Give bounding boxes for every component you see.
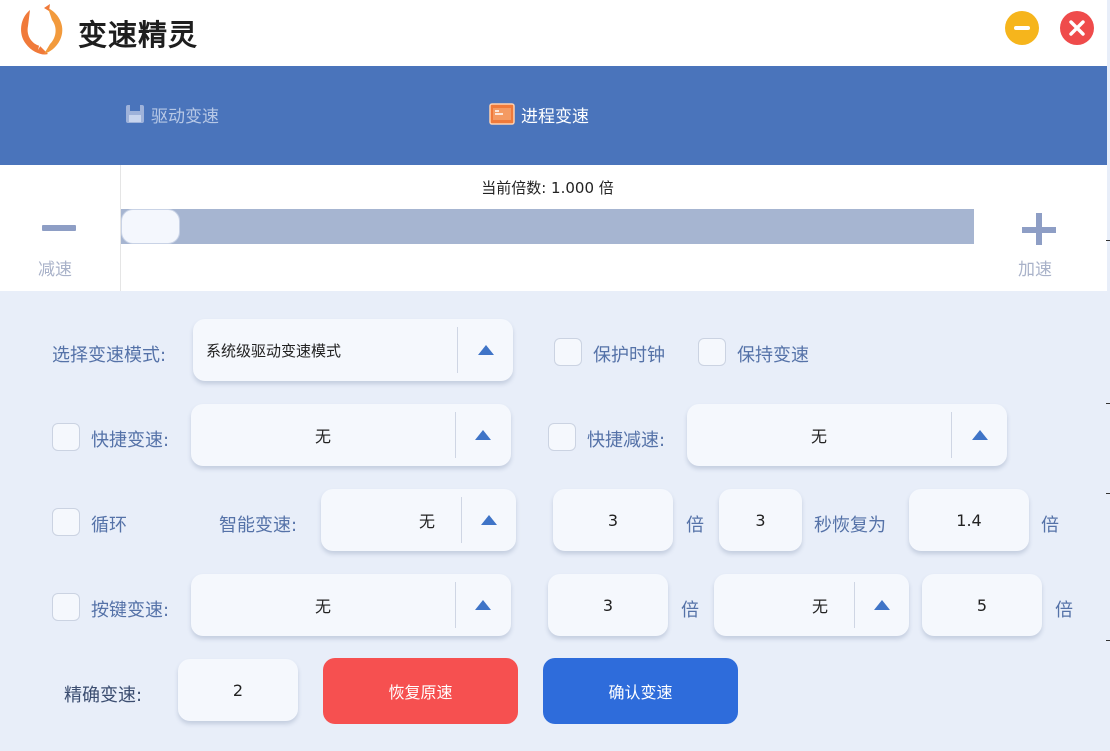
close-icon [1069,20,1085,36]
restore-speed-button[interactable]: 恢复原速 [323,658,518,724]
decrease-label[interactable]: 减速 [38,255,72,280]
key2-select[interactable]: 无 [714,574,909,636]
restore-value-input[interactable]: 1.4 [909,489,1029,551]
keep-speed-label: 保持变速 [737,345,809,366]
speed-slider-track[interactable] [121,209,974,244]
key-speed-arrow-icon[interactable] [475,600,491,610]
hotkey-slow-arrow-icon[interactable] [972,430,988,440]
key-speed-select[interactable]: 无 [191,574,511,636]
save-icon [126,105,144,123]
edge-mark [1106,403,1110,404]
restore-to-label: 秒恢复为 [814,515,886,536]
key2-arrow-icon[interactable] [874,600,890,610]
hotkey-slow-value: 无 [810,427,827,446]
close-button[interactable] [1060,11,1094,45]
edge-mark [1106,493,1110,494]
tab-process-speed-label: 进程变速 [521,106,589,127]
plus-icon-bar[interactable] [1022,227,1056,233]
app-title: 变速精灵 [78,18,199,52]
mode-dropdown-arrow-icon[interactable] [478,345,494,355]
protect-clock-label: 保护时钟 [593,345,665,366]
hotkey-speed-arrow-icon[interactable] [475,430,491,440]
hotkey-speed-value: 无 [314,427,331,446]
increase-label[interactable]: 加速 [1018,255,1052,280]
hotkey-slow-select[interactable]: 无 [687,404,1007,466]
smart-speed-label: 智能变速: [219,515,298,536]
key2-value: 无 [811,597,828,616]
key-speed-value: 无 [314,597,331,616]
key-multiplier2-unit: 倍 [1055,600,1073,621]
confirm-speed-button[interactable]: 确认变速 [543,658,738,724]
hotkey-speed-label: 快捷变速: [91,430,170,451]
protect-clock-checkbox[interactable] [554,338,582,366]
window-icon [489,103,515,125]
key-multiplier-unit: 倍 [681,600,699,621]
smart-speed-value: 无 [418,512,435,531]
key-multiplier2-input[interactable]: 5 [922,574,1042,636]
restore-value-unit: 倍 [1041,515,1059,536]
title-bar: 变速精灵 [0,0,1107,66]
hotkey-speed-checkbox[interactable] [52,423,80,451]
tab-process-speed[interactable]: 进程变速 [489,101,589,127]
key-speed-checkbox[interactable] [52,593,80,621]
mode-select[interactable]: 系统级驱动变速模式 [193,319,513,381]
loop-multiplier-unit: 倍 [686,515,704,536]
precise-speed-label: 精确变速: [64,685,143,706]
edge-mark [1106,240,1110,241]
key-multiplier-input[interactable]: 3 [548,574,668,636]
minus-icon[interactable] [42,225,76,231]
edge-mark [1106,640,1110,641]
smart-speed-select[interactable]: 无 [321,489,516,551]
key-speed-label: 按键变速: [91,600,170,621]
mode-value: 系统级驱动变速模式 [206,341,342,360]
tab-drive-speed-label: 驱动变速 [151,106,219,127]
loop-seconds-input[interactable]: 3 [719,489,802,551]
speed-panel: 减速 加速 当前倍数: 1.000 倍 [0,165,1107,291]
keep-speed-checkbox[interactable] [698,338,726,366]
loop-label: 循环 [91,515,127,536]
app-logo-icon [21,4,63,55]
tab-drive-speed[interactable]: 驱动变速 [125,101,219,127]
hotkey-slow-checkbox[interactable] [548,423,576,451]
loop-multiplier-input[interactable]: 3 [553,489,673,551]
tab-bar: 驱动变速 进程变速 [0,66,1107,165]
mode-label: 选择变速模式: [52,345,167,366]
current-multiplier-text: 当前倍数: 1.000 倍 [481,179,614,197]
minimize-button[interactable] [1005,11,1039,45]
hotkey-speed-select[interactable]: 无 [191,404,511,466]
hotkey-slow-label: 快捷减速: [587,430,666,451]
smart-speed-arrow-icon[interactable] [481,515,497,525]
loop-checkbox[interactable] [52,508,80,536]
precise-speed-input[interactable]: 2 [178,659,298,721]
speed-slider-handle[interactable] [121,209,180,244]
